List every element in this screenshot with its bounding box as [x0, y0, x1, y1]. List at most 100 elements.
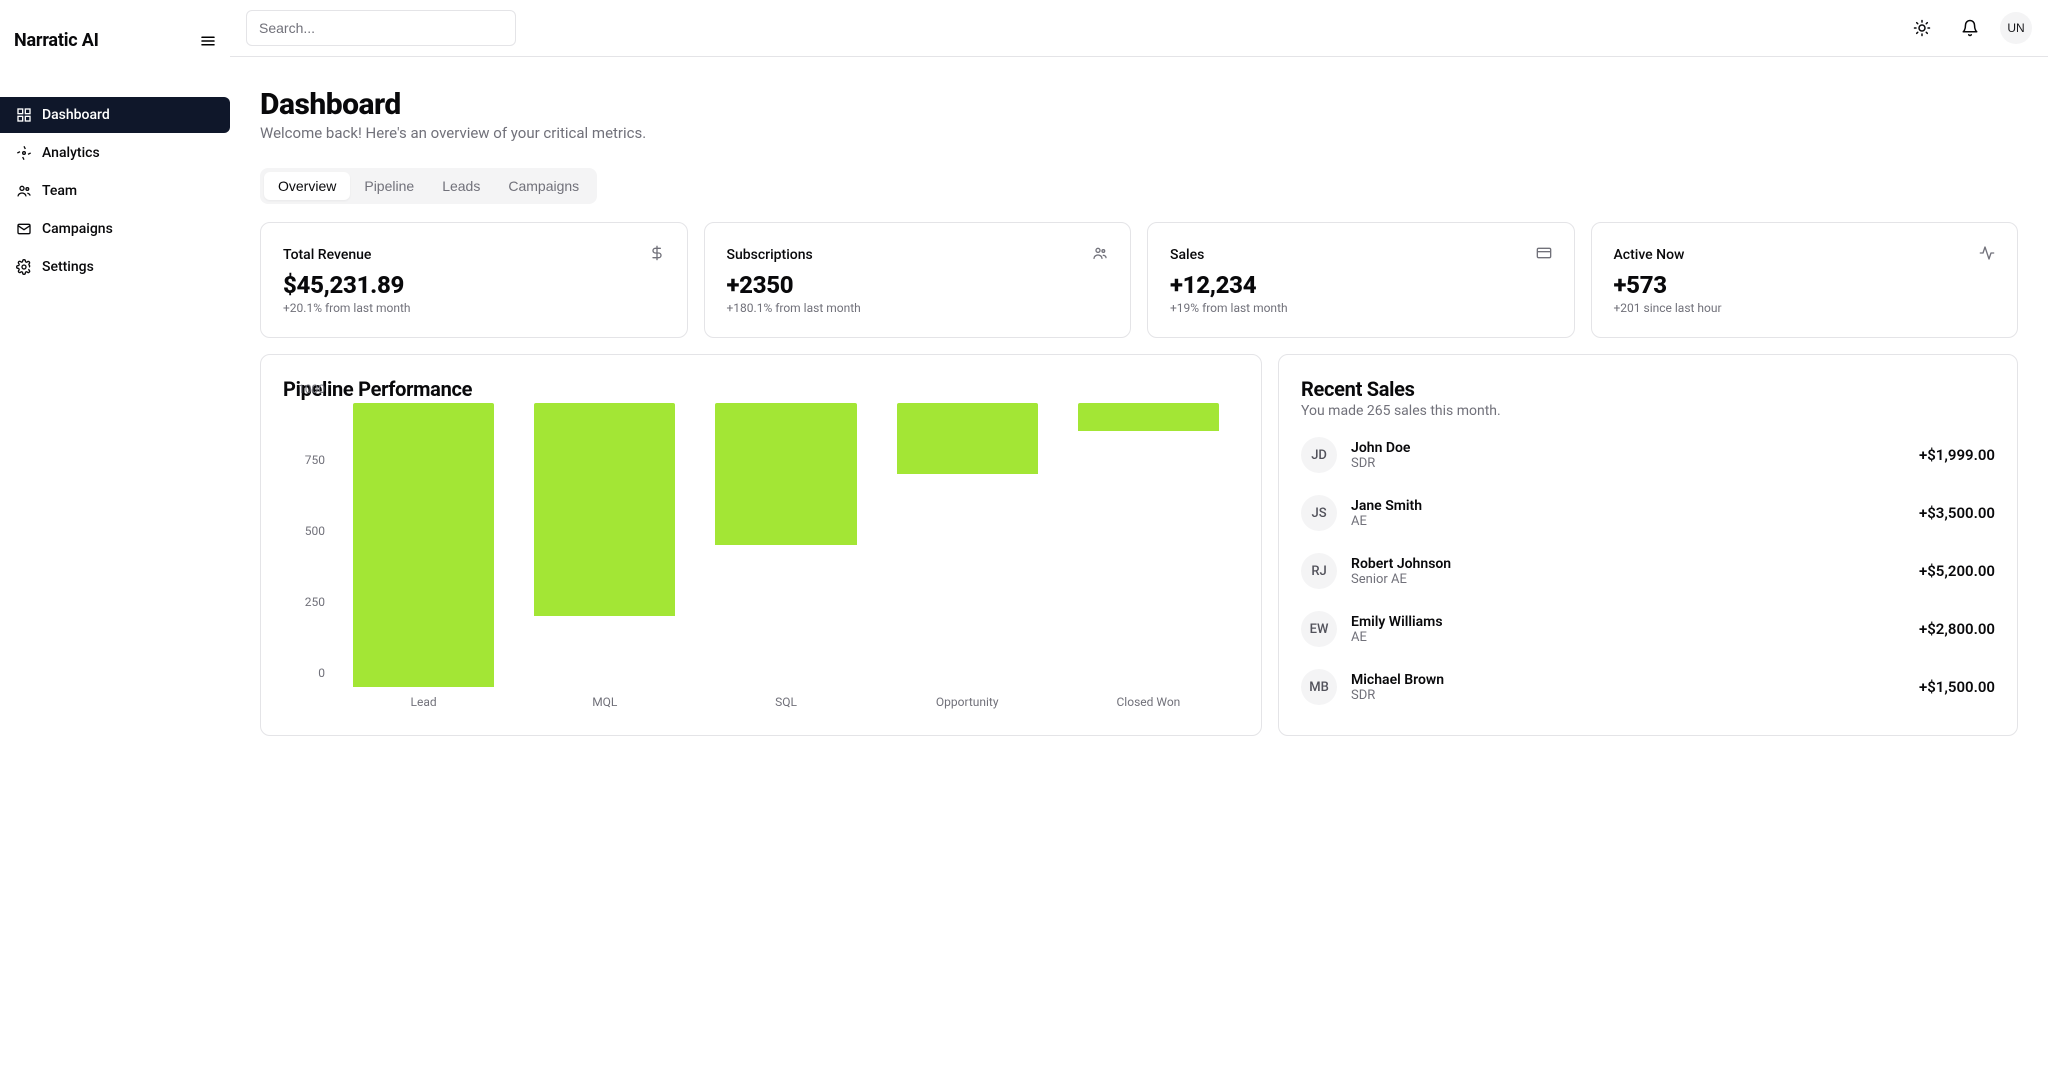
sale-row: RJ Robert JohnsonSenior AE +$5,200.00: [1301, 553, 1995, 589]
tab-overview[interactable]: Overview: [264, 172, 350, 200]
gear-icon: [16, 259, 32, 275]
notifications-button[interactable]: [1952, 10, 1988, 46]
chart-bar: [353, 403, 494, 687]
stat-value: +573: [1614, 271, 1996, 299]
dashboard-icon: [16, 107, 32, 123]
brand-logo: Narratic AI: [14, 30, 99, 51]
theme-toggle-button[interactable]: [1904, 10, 1940, 46]
chart-ytick-label: 0: [318, 666, 325, 680]
dollar-icon: [649, 245, 665, 265]
sale-name: Jane Smith: [1351, 498, 1422, 514]
stat-value: $45,231.89: [283, 271, 665, 299]
chart-column: Opportunity: [877, 403, 1058, 687]
pipeline-title: Pipeline Performance: [283, 377, 1239, 401]
chart-xtick-label: Opportunity: [936, 695, 999, 709]
stat-delta: +201 since last hour: [1614, 301, 1996, 315]
chart-xtick-label: Closed Won: [1117, 695, 1181, 709]
sale-amount: +$3,500.00: [1919, 504, 1995, 522]
sidebar-item-label: Dashboard: [42, 107, 110, 123]
tab-leads[interactable]: Leads: [428, 172, 494, 200]
sale-row: EW Emily WilliamsAE +$2,800.00: [1301, 611, 1995, 647]
sidebar-item-team[interactable]: Team: [0, 173, 230, 209]
sale-amount: +$1,999.00: [1919, 446, 1995, 464]
credit-card-icon: [1536, 245, 1552, 265]
sale-amount: +$2,800.00: [1919, 620, 1995, 638]
stat-value: +12,234: [1170, 271, 1552, 299]
page-subtitle: Welcome back! Here's an overview of your…: [260, 124, 2018, 142]
tab-pipeline[interactable]: Pipeline: [350, 172, 428, 200]
sidebar-item-dashboard[interactable]: Dashboard: [0, 97, 230, 133]
sale-avatar: JS: [1301, 495, 1337, 531]
sidebar-toggle-button[interactable]: [192, 25, 224, 57]
bell-icon: [1961, 19, 1979, 37]
chart-xtick-label: SQL: [775, 695, 797, 709]
tab-campaigns[interactable]: Campaigns: [494, 172, 593, 200]
main-content: Dashboard Welcome back! Here's an overvi…: [230, 57, 2048, 766]
sidebar-item-label: Settings: [42, 259, 94, 275]
sale-amount: +$5,200.00: [1919, 562, 1995, 580]
search-input[interactable]: [246, 10, 516, 46]
chart-bar: [534, 403, 675, 616]
chart-ytick-label: 1000: [298, 382, 325, 396]
sale-role: Senior AE: [1351, 572, 1451, 587]
chart-xtick-label: MQL: [592, 695, 617, 709]
stat-card-subscriptions: Subscriptions +2350 +180.1% from last mo…: [704, 222, 1132, 338]
pipeline-chart: 02505007501000 LeadMQLSQLOpportunityClos…: [283, 403, 1239, 713]
sale-role: AE: [1351, 514, 1422, 529]
stat-card-sales: Sales +12,234 +19% from last month: [1147, 222, 1575, 338]
sale-avatar: MB: [1301, 669, 1337, 705]
stat-label: Total Revenue: [283, 247, 371, 263]
stat-label: Active Now: [1614, 247, 1685, 263]
sidebar-item-settings[interactable]: Settings: [0, 249, 230, 285]
page-title: Dashboard: [260, 87, 2018, 122]
chart-ytick-label: 250: [305, 595, 325, 609]
chart-ytick-label: 750: [305, 453, 325, 467]
team-icon: [16, 183, 32, 199]
chart-ytick-label: 500: [305, 524, 325, 538]
sidebar-item-label: Campaigns: [42, 221, 113, 237]
mail-icon: [16, 221, 32, 237]
sale-amount: +$1,500.00: [1919, 678, 1995, 696]
stat-delta: +20.1% from last month: [283, 301, 665, 315]
sale-avatar: RJ: [1301, 553, 1337, 589]
sidebar-item-analytics[interactable]: Analytics: [0, 135, 230, 171]
chart-bar: [715, 403, 856, 545]
chart-column: SQL: [695, 403, 876, 687]
sale-row: JD John DoeSDR +$1,999.00: [1301, 437, 1995, 473]
recent-sales-card: Recent Sales You made 265 sales this mon…: [1278, 354, 2018, 736]
sale-role: AE: [1351, 630, 1442, 645]
chart-column: Closed Won: [1058, 403, 1239, 687]
stat-card-active: Active Now +573 +201 since last hour: [1591, 222, 2019, 338]
stat-delta: +19% from last month: [1170, 301, 1552, 315]
tabs: Overview Pipeline Leads Campaigns: [260, 168, 597, 204]
sale-name: Robert Johnson: [1351, 556, 1451, 572]
chart-bar: [897, 403, 1038, 474]
chart-bar: [1078, 403, 1219, 431]
sale-role: SDR: [1351, 688, 1444, 703]
sidebar: Narratic AI Dashboard Analytics Team Cam…: [0, 0, 230, 1079]
sidebar-item-campaigns[interactable]: Campaigns: [0, 211, 230, 247]
user-avatar-button[interactable]: UN: [2000, 12, 2032, 44]
chart-xtick-label: Lead: [411, 695, 437, 709]
stat-label: Sales: [1170, 247, 1204, 263]
sidebar-item-label: Team: [42, 183, 77, 199]
sidebar-nav: Dashboard Analytics Team Campaigns Setti…: [0, 69, 230, 285]
sale-row: MBMichael BrownSDR+$1,500.00: [1301, 669, 1995, 705]
stat-delta: +180.1% from last month: [727, 301, 1109, 315]
pipeline-chart-card: Pipeline Performance 0 250 500 750 1000 Lead…: [260, 354, 1262, 736]
chart-column: Lead: [333, 403, 514, 687]
activity-icon: [1979, 245, 1995, 265]
recent-sales-subtitle: You made 265 sales this month.: [1301, 403, 1995, 419]
sale-row: JS Jane SmithAE +$3,500.00: [1301, 495, 1995, 531]
sale-name: Emily Williams: [1351, 614, 1442, 630]
analytics-icon: [16, 145, 32, 161]
users-icon: [1092, 245, 1108, 265]
sale-name: John Doe: [1351, 440, 1410, 456]
sale-avatar: EW: [1301, 611, 1337, 647]
stat-label: Subscriptions: [727, 247, 813, 263]
sale-role: SDR: [1351, 456, 1410, 471]
stat-card-revenue: Total Revenue $45,231.89 +20.1% from las…: [260, 222, 688, 338]
sun-icon: [1913, 19, 1931, 37]
sale-avatar: JD: [1301, 437, 1337, 473]
menu-icon: [199, 32, 217, 50]
